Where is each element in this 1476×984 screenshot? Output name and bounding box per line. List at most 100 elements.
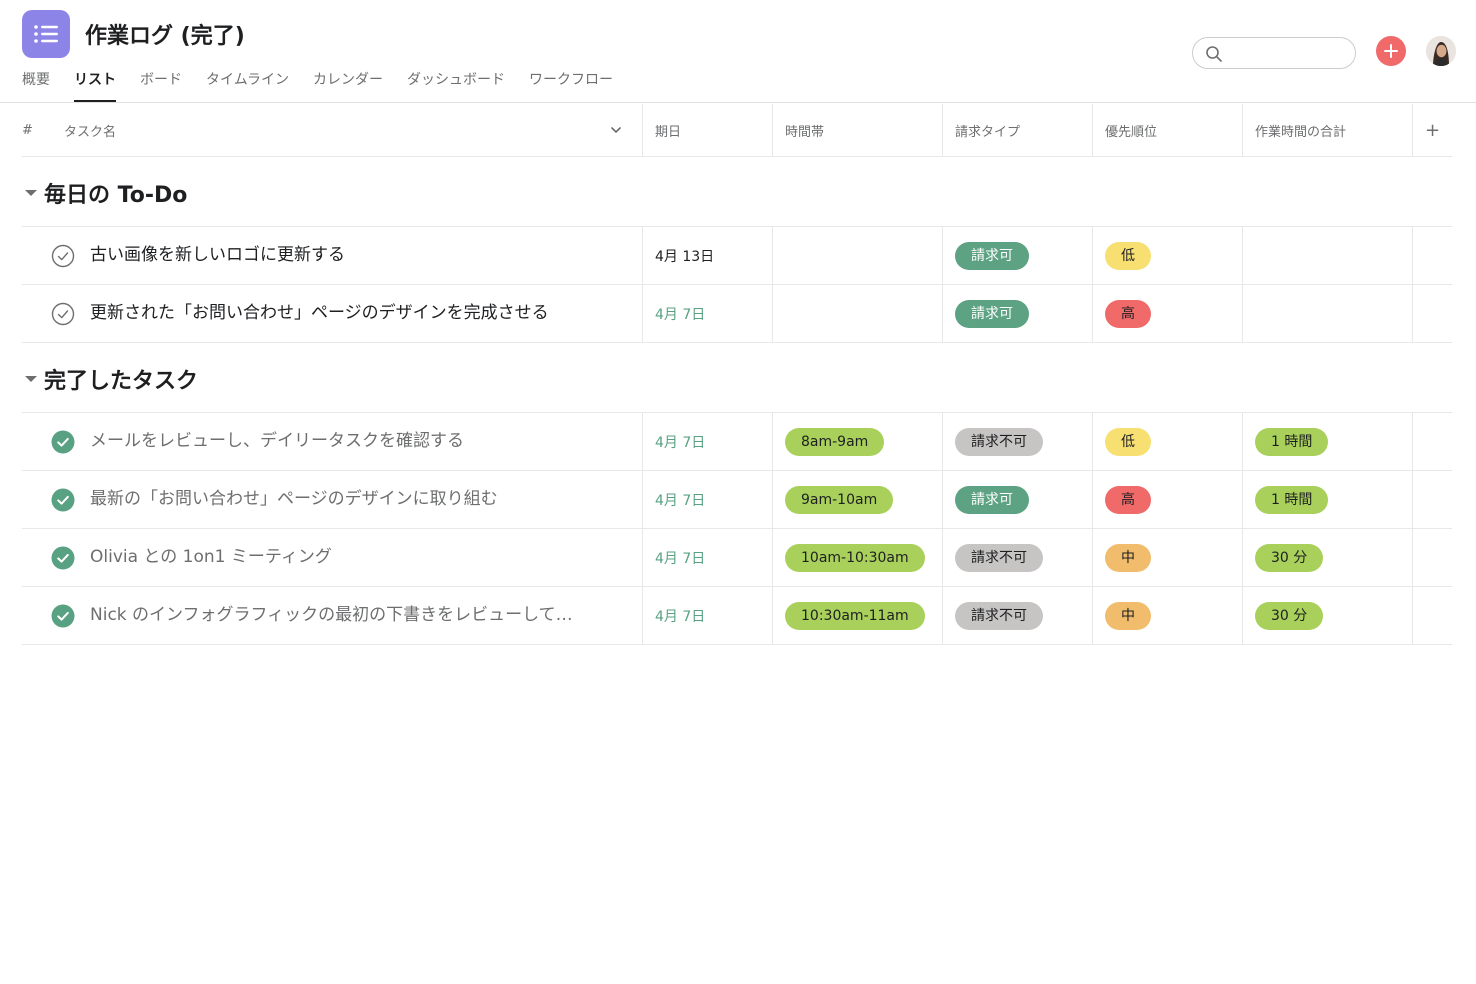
table-row[interactable]: Nick のインフォグラフィックの最初の下書きをレビューして… 4月 7日 10… [22,587,1452,645]
billing-cell[interactable]: 請求不可 [942,413,1092,470]
task-cell: Olivia との 1on1 ミーティング [22,529,642,586]
caret-down-icon[interactable] [24,374,38,384]
time-slot-badge: 10am-10:30am [785,543,925,572]
check-circle-filled-icon[interactable] [51,604,75,628]
task-name[interactable]: 古い画像を新しいロゴに更新する [90,227,345,284]
check-circle-filled-icon[interactable] [51,488,75,512]
tab-calendar[interactable]: カレンダー [313,70,383,102]
total-hours-cell[interactable]: 30 分 [1242,529,1412,586]
priority-cell[interactable]: 低 [1092,227,1242,284]
table-row[interactable]: Olivia との 1on1 ミーティング 4月 7日 10am-10:30am… [22,529,1452,587]
due-cell[interactable]: 4月 7日 [642,471,772,528]
time-slot-badge: 8am-9am [785,427,885,456]
check-circle-outline-icon[interactable] [51,244,75,268]
task-name[interactable]: 更新された「お問い合わせ」ページのデザインを完成させる [90,285,549,342]
check-circle-filled-icon[interactable] [51,546,75,570]
check-circle-filled-icon[interactable] [51,430,75,454]
extra-cell [1412,227,1452,284]
time-slot-cell[interactable] [772,285,942,342]
column-due[interactable]: 期日 [642,104,772,156]
check-circle-outline-icon[interactable] [51,302,75,326]
task-name[interactable]: 最新の「お問い合わせ」ページのデザインに取り組む [90,471,498,528]
column-total-hours[interactable]: 作業時間の合計 [1242,104,1412,156]
time-slot-cell[interactable] [772,227,942,284]
column-time-slot[interactable]: 時間帯 [772,104,942,156]
column-priority[interactable]: 優先順位 [1092,104,1242,156]
section-title[interactable]: 毎日の To-Do [44,177,187,209]
column-task-name[interactable]: タスク名 [52,104,642,156]
total-hours-cell[interactable] [1242,227,1412,284]
priority-cell[interactable]: 中 [1092,529,1242,586]
table-row[interactable]: 最新の「お問い合わせ」ページのデザインに取り組む 4月 7日 9am-10am … [22,471,1452,529]
extra-cell [1412,285,1452,342]
total-hours-cell[interactable] [1242,285,1412,342]
due-cell[interactable]: 4月 13日 [642,227,772,284]
project-title[interactable]: 作業ログ (完了) [85,18,245,50]
search-icon [1206,46,1222,62]
tab-timeline[interactable]: タイムライン [206,70,289,102]
due-cell[interactable]: 4月 7日 [642,413,772,470]
priority-badge: 中 [1105,601,1151,630]
avatar[interactable] [1426,36,1456,66]
task-cell: 更新された「お問い合わせ」ページのデザインを完成させる [22,285,642,342]
column-header-row: # タスク名 期日 時間帯 請求タイプ 優先順位 作業時間の合計 + [22,104,1452,157]
time-slot-cell[interactable]: 10am-10:30am [772,529,942,586]
caret-down-icon[interactable] [24,188,38,198]
task-cell: Nick のインフォグラフィックの最初の下書きをレビューして… [22,587,642,644]
priority-cell[interactable]: 高 [1092,285,1242,342]
due-date: 4月 7日 [655,550,706,567]
add-button[interactable] [1376,36,1406,66]
due-date: 4月 13日 [655,248,715,265]
billing-cell[interactable]: 請求可 [942,285,1092,342]
total-hours-cell[interactable]: 1 時間 [1242,413,1412,470]
table-row[interactable]: 更新された「お問い合わせ」ページのデザインを完成させる 4月 7日 請求可 高 [22,285,1452,343]
extra-cell [1412,413,1452,470]
view-tabs: 概要 リスト ボード タイムライン カレンダー ダッシュボード ワークフロー [22,70,637,102]
chevron-down-icon[interactable] [610,125,622,135]
priority-cell[interactable]: 低 [1092,413,1242,470]
priority-badge: 中 [1105,543,1151,572]
search-box[interactable] [1192,37,1356,69]
due-cell[interactable]: 4月 7日 [642,587,772,644]
section-daily-todo: 毎日の To-Do [22,157,1452,227]
task-name[interactable]: Olivia との 1on1 ミーティング [90,529,332,586]
total-hours-cell[interactable]: 1 時間 [1242,471,1412,528]
tab-dashboard[interactable]: ダッシュボード [407,70,505,102]
tab-workflow[interactable]: ワークフロー [529,70,613,102]
user-avatar-icon [1426,36,1456,66]
billing-badge: 請求可 [955,241,1029,270]
total-hours-cell[interactable]: 30 分 [1242,587,1412,644]
billing-badge: 請求可 [955,299,1029,328]
table-row[interactable]: メールをレビューし、デイリータスクを確認する 4月 7日 8am-9am 請求不… [22,413,1452,471]
time-slot-badge: 10:30am-11am [785,601,925,630]
tab-list[interactable]: リスト [74,70,116,102]
time-slot-cell[interactable]: 10:30am-11am [772,587,942,644]
time-slot-cell[interactable]: 9am-10am [772,471,942,528]
section-title[interactable]: 完了したタスク [44,363,198,395]
task-cell: 最新の「お問い合わせ」ページのデザインに取り組む [22,471,642,528]
priority-cell[interactable]: 高 [1092,471,1242,528]
tab-board[interactable]: ボード [140,70,182,102]
billing-cell[interactable]: 請求不可 [942,587,1092,644]
priority-cell[interactable]: 中 [1092,587,1242,644]
page: 作業ログ (完了) 概要 リスト ボード タイムライン カレンダー ダッシュボー… [0,0,1476,984]
time-slot-cell[interactable]: 8am-9am [772,413,942,470]
extra-cell [1412,471,1452,528]
due-cell[interactable]: 4月 7日 [642,285,772,342]
add-column-button[interactable]: + [1412,104,1452,156]
total-hours-badge: 1 時間 [1255,427,1329,456]
due-cell[interactable]: 4月 7日 [642,529,772,586]
column-billing[interactable]: 請求タイプ [942,104,1092,156]
list-icon[interactable] [22,10,70,58]
tab-overview[interactable]: 概要 [22,70,50,102]
task-name[interactable]: メールをレビューし、デイリータスクを確認する [90,413,464,470]
table-row[interactable]: 古い画像を新しいロゴに更新する 4月 13日 請求可 低 [22,227,1452,285]
due-date: 4月 7日 [655,492,706,509]
total-hours-badge: 30 分 [1255,543,1324,572]
search-input[interactable] [1229,42,1347,64]
billing-cell[interactable]: 請求可 [942,227,1092,284]
billing-badge: 請求可 [955,485,1029,514]
billing-cell[interactable]: 請求可 [942,471,1092,528]
billing-cell[interactable]: 請求不可 [942,529,1092,586]
task-name[interactable]: Nick のインフォグラフィックの最初の下書きをレビューして… [90,587,573,644]
